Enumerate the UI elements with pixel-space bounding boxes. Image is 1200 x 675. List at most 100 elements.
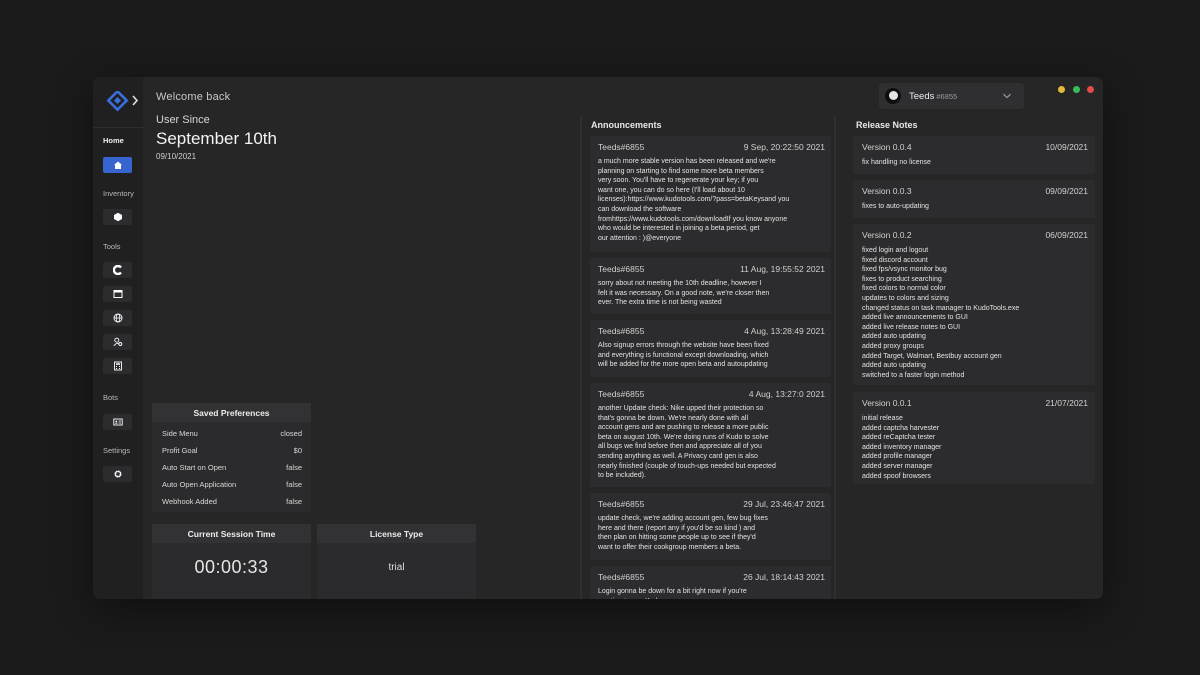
session-time-panel: Current Session Time 00:00:33 bbox=[152, 524, 311, 599]
pref-label: Auto Start on Open bbox=[162, 463, 227, 472]
sidebar-item-tool-browser[interactable] bbox=[103, 286, 132, 302]
announcement-card: Teeds#6855 11 Aug, 19:55:52 2021 sorry ab… bbox=[590, 258, 831, 314]
sidebar-section-bots: Bots bbox=[103, 393, 119, 402]
user-name: Teeds bbox=[909, 90, 935, 102]
announcement-text: a much more stable version has been rele… bbox=[598, 158, 790, 242]
announcement-text: Also signup errors through the website h… bbox=[598, 342, 769, 369]
calculator-icon bbox=[113, 361, 122, 371]
announcement-card: Teeds#6855 29 Jul, 23:46:47 2021 update c… bbox=[590, 493, 831, 560]
globe-icon bbox=[113, 313, 122, 323]
user-since-label: User Since bbox=[156, 114, 210, 126]
announcement-date: 4 Aug, 13:27:0 2021 bbox=[748, 389, 825, 399]
announcement-author: Teeds#6855 bbox=[598, 326, 645, 336]
session-time-title: Current Session Time bbox=[152, 524, 311, 543]
release-notes-text: fixed login and logout fixed discord acc… bbox=[862, 247, 1020, 379]
announcement-card: Teeds#6855 9 Sep, 20:22:50 2021 a much mo… bbox=[590, 136, 831, 252]
announcement-author: Teeds#6855 bbox=[598, 572, 645, 582]
user-since-date: September 10th bbox=[156, 129, 277, 148]
close-button[interactable] bbox=[1087, 86, 1094, 93]
sidebar-item-bots[interactable] bbox=[103, 414, 132, 430]
release-notes-text: initial release added captcha harvester … bbox=[862, 415, 942, 480]
announcements-list[interactable]: Teeds#6855 9 Sep, 20:22:50 2021 a much mo… bbox=[590, 136, 831, 599]
saved-preferences-panel: Saved Preferences Side Menu closed Profi… bbox=[152, 403, 311, 512]
user-tag: #6855 bbox=[936, 91, 958, 101]
sidebar-section-settings: Settings bbox=[103, 446, 131, 455]
sidebar-item-tool-calculator[interactable] bbox=[103, 358, 132, 374]
pref-label: Profit Goal bbox=[162, 446, 198, 455]
release-version: Version 0.0.3 bbox=[862, 186, 912, 196]
release-date: 21/07/2021 bbox=[1045, 398, 1088, 408]
pref-value: $0 bbox=[293, 446, 302, 455]
browser-window-icon bbox=[113, 290, 122, 298]
user-search-icon bbox=[112, 337, 122, 347]
announcement-text: Login gonna be down for a bit right now … bbox=[598, 588, 747, 599]
sidebar-item-settings[interactable] bbox=[103, 466, 132, 482]
release-card: Version 0.0.4 10/09/2021 fix handling no … bbox=[853, 136, 1095, 174]
release-version: Version 0.0.1 bbox=[862, 398, 912, 408]
pref-value: false bbox=[286, 480, 302, 489]
announcement-date: 4 Aug, 13:28:49 2021 bbox=[744, 326, 825, 336]
announcement-date: 11 Aug, 19:55:52 2021 bbox=[740, 264, 825, 274]
sidebar-item-tool-c[interactable] bbox=[103, 262, 132, 278]
license-type-title: License Type bbox=[317, 524, 476, 543]
release-notes-text: fixes to auto-updating bbox=[862, 203, 929, 210]
maximize-button[interactable] bbox=[1073, 86, 1080, 93]
user-menu-dropdown[interactable]: Teeds #6855 bbox=[879, 83, 1024, 109]
license-type-value: trial bbox=[388, 562, 405, 573]
gear-icon bbox=[114, 470, 121, 478]
saved-preferences-title: Saved Preferences bbox=[152, 403, 311, 422]
announcement-author: Teeds#6855 bbox=[598, 264, 645, 274]
announcement-card: Teeds#6855 4 Aug, 13:27:0 2021 another Up… bbox=[590, 383, 831, 487]
announcement-author: Teeds#6855 bbox=[598, 389, 645, 399]
sidebar-item-home[interactable] bbox=[103, 157, 132, 173]
pref-row: Side Menu closed bbox=[162, 429, 302, 438]
release-notes-text: fix handling no license bbox=[862, 159, 931, 166]
pref-row: Profit Goal $0 bbox=[162, 446, 302, 455]
release-date: 10/09/2021 bbox=[1045, 142, 1088, 152]
announcement-text: sorry about not meeting the 10th deadlin… bbox=[598, 280, 770, 307]
announcement-author: Teeds#6855 bbox=[598, 142, 645, 152]
announcements-title: Announcements bbox=[591, 120, 662, 130]
user-since-short-date: 09/10/2021 bbox=[156, 152, 197, 161]
chevron-down-icon bbox=[1003, 93, 1011, 99]
column-divider bbox=[834, 117, 836, 599]
release-version: Version 0.0.4 bbox=[862, 142, 912, 152]
sidebar-item-inventory[interactable] bbox=[103, 209, 132, 225]
minimize-button[interactable] bbox=[1058, 86, 1065, 93]
pref-row: Webhook Added false bbox=[162, 497, 302, 506]
id-card-icon bbox=[112, 418, 123, 426]
sidebar-item-tool-user-search[interactable] bbox=[103, 334, 132, 350]
announcement-date: 29 Jul, 23:46:47 2021 bbox=[743, 499, 825, 509]
sidebar-section-tools: Tools bbox=[103, 242, 121, 251]
session-time-value: 00:00:33 bbox=[194, 557, 269, 577]
release-card: Version 0.0.2 06/09/2021 fixed login and … bbox=[853, 224, 1095, 385]
c-logo-icon bbox=[112, 265, 122, 275]
announcement-text: another Update check: Nike upped their p… bbox=[598, 405, 776, 480]
release-notes-title: Release Notes bbox=[856, 120, 918, 130]
release-card: Version 0.0.3 09/09/2021 fixes to auto-up… bbox=[853, 180, 1095, 218]
pref-label: Auto Open Application bbox=[162, 480, 237, 489]
home-icon bbox=[113, 161, 122, 169]
license-type-panel: License Type trial bbox=[317, 524, 476, 599]
sidebar-item-tool-globe[interactable] bbox=[103, 310, 132, 326]
pref-row: Auto Start on Open false bbox=[162, 463, 302, 472]
release-date: 06/09/2021 bbox=[1045, 230, 1088, 240]
app-window: Home Inventory Tools Bots Settings Welco… bbox=[93, 77, 1103, 599]
announcement-author: Teeds#6855 bbox=[598, 499, 645, 509]
app-logo-icon[interactable] bbox=[106, 89, 143, 113]
welcome-text: Welcome back bbox=[156, 91, 231, 103]
pref-value: closed bbox=[280, 429, 302, 438]
sidebar-section-inventory: Inventory bbox=[103, 189, 134, 198]
pref-value: false bbox=[286, 497, 302, 506]
pref-value: false bbox=[286, 463, 302, 472]
avatar bbox=[885, 88, 901, 104]
sidebar-divider bbox=[93, 127, 143, 128]
announcement-card: Teeds#6855 26 Jul, 18:14:43 2021 Login go… bbox=[590, 566, 831, 599]
release-date: 09/09/2021 bbox=[1045, 186, 1088, 196]
announcement-card: Teeds#6855 4 Aug, 13:28:49 2021 Also sign… bbox=[590, 320, 831, 377]
announcement-date: 9 Sep, 20:22:50 2021 bbox=[743, 142, 825, 152]
cube-icon bbox=[113, 212, 122, 222]
pref-label: Webhook Added bbox=[162, 497, 217, 506]
pref-row: Auto Open Application false bbox=[162, 480, 302, 489]
release-card: Version 0.0.1 21/07/2021 initial release … bbox=[853, 392, 1095, 484]
